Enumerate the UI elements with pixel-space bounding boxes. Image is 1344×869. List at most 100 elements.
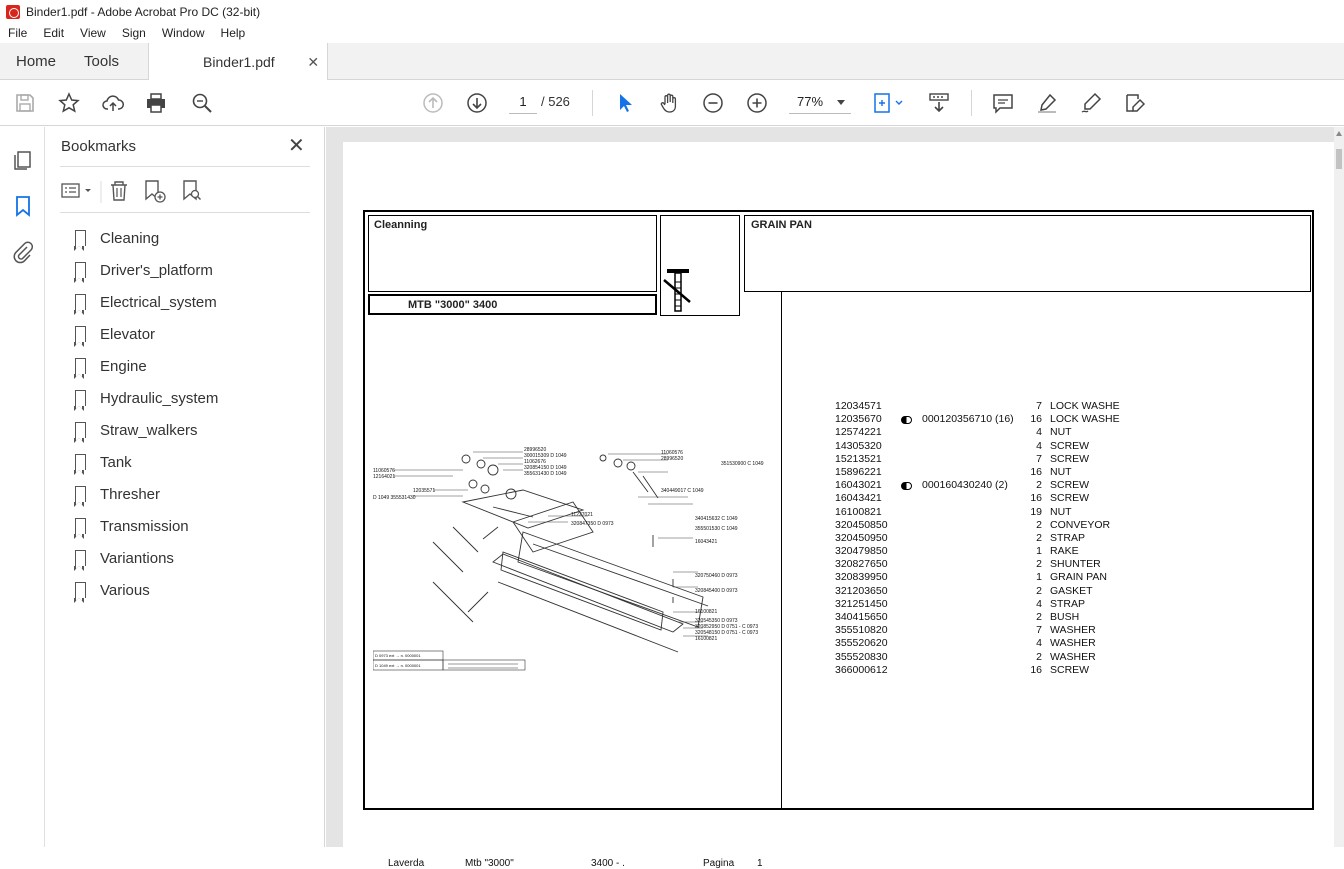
draw-signature-icon[interactable] bbox=[1079, 91, 1103, 115]
bookmark-item[interactable]: Tank bbox=[74, 446, 218, 478]
part-description: SHUNTER bbox=[1050, 558, 1101, 571]
part-quantity: 7 bbox=[1036, 452, 1042, 465]
parts-row: 355510820 7 WASHER bbox=[835, 624, 1120, 637]
comment-icon[interactable] bbox=[991, 91, 1015, 115]
part-reference bbox=[899, 519, 1026, 532]
menu-sign[interactable]: Sign bbox=[114, 26, 154, 40]
attachments-icon[interactable] bbox=[11, 240, 35, 264]
scrollbar-thumb[interactable] bbox=[1336, 149, 1342, 169]
bookmark-item[interactable]: Electrical_system bbox=[74, 286, 218, 318]
part-number: 366000612 bbox=[835, 663, 888, 676]
part-reference bbox=[899, 400, 1026, 413]
part-description: NUT bbox=[1050, 465, 1072, 478]
tab-home[interactable]: Home bbox=[0, 43, 72, 80]
part-number: 12574221 bbox=[835, 426, 882, 439]
part-description: GRAIN PAN bbox=[1050, 571, 1107, 584]
svg-text:340415632 C 1049: 340415632 C 1049 bbox=[695, 516, 738, 522]
scroll-mode-icon[interactable] bbox=[927, 91, 951, 115]
parts-row: 12034571 7 LOCK WASHE bbox=[835, 400, 1120, 413]
parts-row: 12035670 000120356710 (16) 16 LOCK WASHE bbox=[835, 413, 1120, 426]
document-viewer[interactable]: Cleanning MTB "3000" 3400 GRAIN PAN 2899… bbox=[326, 127, 1344, 869]
part-description: SCREW bbox=[1050, 663, 1090, 676]
title-bar: Binder1.pdf - Adobe Acrobat Pro DC (32-b… bbox=[0, 0, 1344, 23]
part-quantity: 2 bbox=[1036, 650, 1042, 663]
part-quantity: 2 bbox=[1036, 479, 1042, 492]
zoom-level-select[interactable]: 77% bbox=[789, 90, 851, 114]
bookmarks-toolbar bbox=[60, 177, 260, 205]
bookmark-icon bbox=[74, 230, 86, 251]
part-description: NUT bbox=[1050, 505, 1072, 518]
upload-cloud-icon[interactable] bbox=[101, 91, 125, 115]
hand-tool-icon[interactable] bbox=[657, 91, 681, 115]
svg-text:320845400 D 0973: 320845400 D 0973 bbox=[695, 588, 738, 594]
bookmark-item[interactable]: Variantions bbox=[74, 542, 218, 574]
part-description: STRAP bbox=[1050, 531, 1086, 544]
replacement-marker-icon bbox=[901, 481, 912, 490]
zoom-in-icon[interactable] bbox=[745, 91, 769, 115]
bookmark-icon bbox=[74, 454, 86, 475]
part-description: WASHER bbox=[1050, 650, 1096, 663]
tab-tools[interactable]: Tools bbox=[72, 43, 135, 80]
bookmark-item[interactable]: Various bbox=[74, 574, 218, 606]
find-zoom-icon[interactable] bbox=[190, 91, 214, 115]
parts-row: 15213521 7 SCREW bbox=[835, 453, 1120, 466]
divider bbox=[60, 212, 310, 213]
svg-text:12035571: 12035571 bbox=[413, 488, 435, 494]
bookmark-item[interactable]: Engine bbox=[74, 350, 218, 382]
delete-bookmark-icon[interactable] bbox=[111, 181, 127, 201]
new-bookmark-icon[interactable] bbox=[145, 180, 166, 203]
close-icon[interactable]: ✕ bbox=[288, 136, 305, 156]
vertical-scrollbar[interactable] bbox=[1334, 127, 1344, 847]
fit-page-icon[interactable] bbox=[871, 91, 907, 115]
star-icon[interactable] bbox=[57, 91, 81, 115]
highlight-pen-icon[interactable] bbox=[1035, 91, 1059, 115]
page-number-input[interactable]: 1 bbox=[509, 90, 537, 114]
find-bookmark-icon[interactable] bbox=[183, 180, 202, 201]
svg-text:355501530 C 1049: 355501530 C 1049 bbox=[695, 526, 738, 532]
part-reference bbox=[899, 651, 1026, 664]
bookmark-icon bbox=[74, 390, 86, 411]
part-reference bbox=[899, 664, 1026, 677]
parts-row: 320450850 2 CONVEYOR bbox=[835, 519, 1120, 532]
bookmark-item[interactable]: Cleaning bbox=[74, 222, 218, 254]
page-thumbnails-icon[interactable] bbox=[11, 148, 35, 172]
menu-window[interactable]: Window bbox=[154, 26, 213, 40]
options-menu-icon[interactable] bbox=[61, 183, 91, 198]
part-quantity: 2 bbox=[1036, 584, 1042, 597]
bookmark-panel-icon[interactable] bbox=[11, 194, 35, 218]
save-icon[interactable] bbox=[13, 91, 37, 115]
part-quantity: 16 bbox=[1030, 465, 1042, 478]
bookmark-item[interactable]: Transmission bbox=[74, 510, 218, 542]
fill-sign-icon[interactable] bbox=[1123, 91, 1147, 115]
section-title: Cleanning bbox=[374, 219, 428, 231]
part-description: NUT bbox=[1050, 426, 1072, 439]
previous-page-icon[interactable] bbox=[421, 91, 445, 115]
tab-document[interactable]: Binder1.pdf ✕ bbox=[148, 43, 329, 81]
menu-view[interactable]: View bbox=[72, 26, 114, 40]
menu-edit[interactable]: Edit bbox=[35, 26, 72, 40]
scroll-up-icon[interactable] bbox=[1336, 131, 1342, 136]
part-number: 15213521 bbox=[835, 452, 882, 465]
close-tab-icon[interactable]: ✕ bbox=[307, 54, 319, 71]
bookmark-item[interactable]: Thresher bbox=[74, 478, 218, 510]
footer-brand: Laverda bbox=[388, 858, 425, 869]
menu-help[interactable]: Help bbox=[213, 26, 254, 40]
part-number: 15896221 bbox=[835, 465, 882, 478]
bookmark-item[interactable]: Elevator bbox=[74, 318, 218, 350]
bookmark-item[interactable]: Hydraulic_system bbox=[74, 382, 218, 414]
print-icon[interactable] bbox=[144, 91, 168, 115]
bookmark-item[interactable]: Straw_walkers bbox=[74, 414, 218, 446]
part-description: SCREW bbox=[1050, 479, 1090, 492]
select-cursor-icon[interactable] bbox=[613, 91, 637, 115]
zoom-out-icon[interactable] bbox=[701, 91, 725, 115]
part-quantity: 7 bbox=[1036, 400, 1042, 412]
group-title: GRAIN PAN bbox=[751, 219, 812, 231]
group-box: GRAIN PAN bbox=[744, 215, 1311, 292]
svg-text:D 1049 355531430: D 1049 355531430 bbox=[373, 495, 416, 501]
part-reference bbox=[899, 598, 1026, 611]
menu-file[interactable]: File bbox=[0, 26, 35, 40]
next-page-icon[interactable] bbox=[465, 91, 489, 115]
part-reference bbox=[899, 426, 1026, 439]
bookmark-item[interactable]: Driver's_platform bbox=[74, 254, 218, 286]
symbol-box bbox=[660, 215, 740, 316]
